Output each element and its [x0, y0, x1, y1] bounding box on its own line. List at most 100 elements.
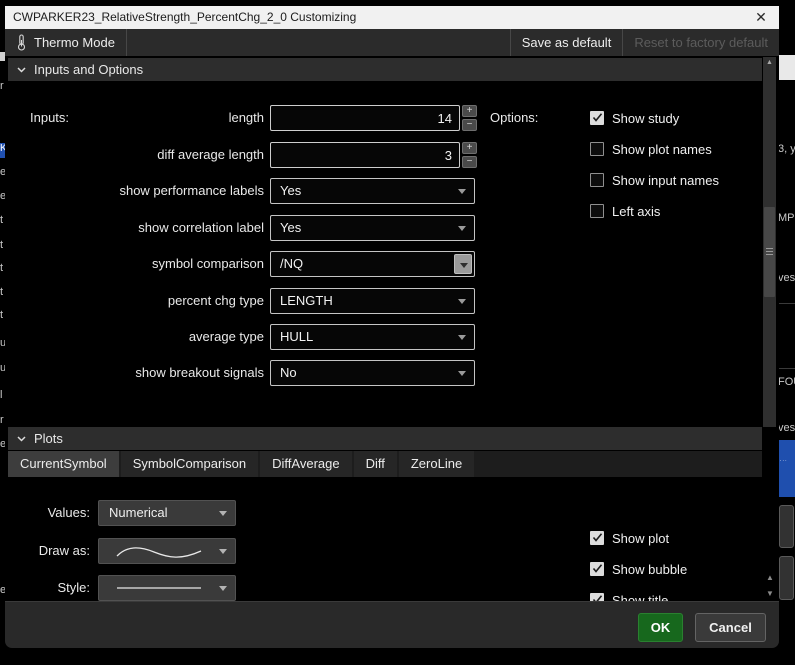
combobox-value: /NQ	[280, 256, 304, 271]
plots-scroll-up-icon[interactable]: ▲	[764, 572, 776, 584]
background-selected-row: ····	[777, 440, 795, 497]
style-select[interactable]	[98, 575, 236, 601]
select-value: LENGTH	[280, 293, 333, 308]
background-fragment: 3, y	[778, 143, 795, 155]
tab-currentsymbol[interactable]: CurrentSymbol	[8, 451, 119, 477]
checkbox-label: Left axis	[612, 203, 661, 219]
select-value: Numerical	[109, 505, 168, 520]
chevron-down-icon	[460, 263, 468, 268]
checkbox-show-bubble[interactable]: Show bubble	[590, 560, 687, 578]
section-header-plots[interactable]: Plots	[8, 427, 762, 450]
input-label-show-correlation-label: show correlation label	[138, 220, 264, 235]
options-column-label: Options:	[490, 110, 539, 125]
values-select[interactable]: Numerical	[98, 500, 236, 526]
checkbox-show-title[interactable]: Show title	[590, 591, 668, 601]
toolbar-divider	[125, 29, 127, 56]
input-label-average-type: average type	[188, 329, 264, 344]
length-input[interactable]	[270, 105, 460, 131]
background-fragment: t	[0, 262, 4, 274]
checkbox-box	[590, 111, 604, 125]
background-divider	[777, 368, 795, 369]
show-performance-labels-select[interactable]: Yes	[270, 178, 475, 204]
tab-diff[interactable]: Diff	[353, 451, 397, 477]
draw-as-label: Draw as:	[38, 543, 90, 558]
combobox-dropdown-button[interactable]	[454, 254, 472, 274]
plots-scroll-down-icon[interactable]: ▼	[764, 588, 776, 600]
chevron-down-icon	[219, 586, 227, 591]
percent-chg-type-select[interactable]: LENGTH	[270, 288, 475, 314]
checkbox-show-plot-names[interactable]: Show plot names	[590, 140, 712, 158]
dialog-titlebar[interactable]: CWPARKER23_RelativeStrength_PercentChg_2…	[5, 6, 779, 29]
background-window-right-strip: 3, y MP ves FOU ves ····	[777, 0, 795, 665]
checkbox-show-study[interactable]: Show study	[590, 109, 679, 127]
thermometer-icon	[16, 34, 27, 51]
background-fragment	[777, 55, 795, 80]
diff-average-length-input[interactable]	[270, 142, 460, 168]
plots-tabbar: CurrentSymbol SymbolComparison DiffAvera…	[8, 451, 762, 477]
input-label-length: length	[228, 110, 264, 125]
scrollbar-thumb[interactable]	[764, 207, 775, 297]
background-fragment: t	[0, 214, 4, 226]
tab-symbolcomparison[interactable]: SymbolComparison	[120, 451, 259, 477]
checkbox-label: Show study	[612, 110, 680, 126]
section-header-inputs-and-options[interactable]: Inputs and Options	[8, 58, 762, 81]
length-field-group: + −	[270, 105, 477, 131]
checkbox-box	[590, 531, 604, 545]
checkbox-box	[590, 173, 604, 187]
background-fragment: t	[0, 286, 4, 298]
select-value: HULL	[280, 329, 314, 344]
thermo-mode-button[interactable]: Thermo Mode	[5, 29, 126, 56]
save-as-default-button[interactable]: Save as default	[511, 29, 623, 56]
symbol-comparison-combobox[interactable]: /NQ	[270, 251, 475, 277]
close-icon[interactable]: ✕	[753, 6, 769, 29]
checkbox-label: Show input names	[612, 172, 719, 188]
style-label: Style:	[57, 580, 90, 595]
scrollbar-grip	[766, 248, 773, 256]
input-label-show-breakout-signals: show breakout signals	[135, 365, 264, 380]
background-fragment: ves	[778, 272, 795, 284]
tab-diffaverage[interactable]: DiffAverage	[260, 451, 352, 477]
background-button	[779, 505, 794, 548]
chevron-down-icon	[219, 549, 227, 554]
decrement-button[interactable]: −	[462, 119, 477, 131]
input-label-diff-average-length: diff average length	[157, 147, 264, 162]
background-fragment: r	[0, 414, 4, 426]
show-breakout-signals-select[interactable]: No	[270, 360, 475, 386]
reset-to-factory-default-button: Reset to factory default	[634, 35, 768, 50]
dialog-footer: OK Cancel	[5, 601, 779, 648]
checkbox-left-axis[interactable]: Left axis	[590, 202, 660, 220]
chevron-down-icon	[458, 299, 466, 304]
dialog-title: CWPARKER23_RelativeStrength_PercentChg_2…	[13, 10, 357, 24]
section-title: Plots	[34, 431, 63, 446]
chevron-down-icon	[17, 66, 26, 73]
select-value: Yes	[280, 183, 302, 198]
checkbox-label: Show plot	[612, 530, 670, 546]
ok-button[interactable]: OK	[638, 613, 683, 642]
customizing-dialog: CWPARKER23_RelativeStrength_PercentChg_2…	[5, 6, 779, 648]
values-label: Values:	[47, 505, 90, 520]
decrement-button[interactable]: −	[462, 156, 477, 168]
input-label-show-performance-labels: show performance labels	[119, 183, 264, 198]
increment-button[interactable]: +	[462, 142, 477, 154]
checkbox-show-input-names[interactable]: Show input names	[590, 171, 719, 189]
tab-zeroline[interactable]: ZeroLine	[398, 451, 475, 477]
checkbox-box	[590, 204, 604, 218]
background-fragment: MP	[778, 212, 795, 224]
checkbox-box	[590, 562, 604, 576]
background-divider	[777, 303, 795, 304]
chevron-down-icon	[458, 335, 466, 340]
show-correlation-label-select[interactable]: Yes	[270, 215, 475, 241]
diff-average-length-field-group: + −	[270, 142, 477, 168]
average-type-select[interactable]: HULL	[270, 324, 475, 350]
checkbox-show-plot[interactable]: Show plot	[590, 529, 669, 547]
scroll-up-icon[interactable]: ▲	[763, 57, 776, 69]
input-label-symbol-comparison: symbol comparison	[152, 256, 264, 271]
vertical-scrollbar[interactable]: ▲	[763, 57, 776, 427]
chevron-down-icon	[458, 371, 466, 376]
chevron-down-icon	[219, 511, 227, 516]
increment-button[interactable]: +	[462, 105, 477, 117]
background-button	[779, 556, 794, 600]
draw-as-select[interactable]	[98, 538, 236, 564]
cancel-button[interactable]: Cancel	[695, 613, 766, 642]
dialog-content: Inputs and Options Inputs: Options: leng…	[5, 56, 779, 601]
